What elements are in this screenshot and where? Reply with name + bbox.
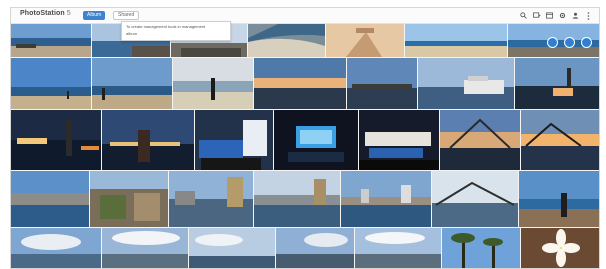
photo-thumbnail[interactable] [11,228,101,268]
user-icon[interactable] [571,11,580,20]
photo-thumbnail[interactable] [359,110,439,170]
photo-thumbnail[interactable] [341,171,431,227]
photo-thumbnail[interactable] [254,58,346,109]
photo-thumbnail[interactable] [102,228,188,268]
photo-thumbnail[interactable] [11,110,101,170]
photo-thumbnail[interactable] [418,58,514,109]
tooltip-line-2: album [126,31,137,36]
photo-row [11,228,599,268]
photo-thumbnail[interactable] [521,228,599,268]
photo-thumbnail[interactable] [189,228,275,268]
app-logo[interactable]: PhotoStation 5 [20,10,71,17]
photo-thumbnail[interactable] [521,110,599,170]
select-toggle[interactable] [581,37,592,48]
settings-icon[interactable] [558,11,567,20]
photo-thumbnail[interactable] [92,58,172,109]
tab-shared[interactable]: Shared [113,11,140,20]
top-bar: PhotoStation 5 Album Shared [11,8,599,24]
photo-station-window: PhotoStation 5 Album Shared To create man… [10,7,600,269]
photo-thumbnail[interactable] [169,171,253,227]
photo-thumbnail[interactable] [11,58,91,109]
photo-thumbnail[interactable] [519,171,599,227]
photo-thumbnail[interactable] [440,110,520,170]
photo-row [11,110,599,170]
photo-thumbnail[interactable] [326,24,404,57]
slideshow-icon[interactable] [532,11,541,20]
photo-thumbnail[interactable] [442,228,520,268]
tab-album[interactable]: Album [83,11,106,20]
photo-thumbnail[interactable] [347,58,417,109]
photo-thumbnail[interactable] [405,24,507,57]
toolbar-icons [519,10,593,21]
photo-thumbnail[interactable] [11,24,91,57]
photo-thumbnail[interactable] [276,228,354,268]
photo-thumbnail[interactable] [173,58,253,109]
photo-thumbnail[interactable] [254,171,340,227]
photo-row [11,58,599,109]
photo-thumbnail[interactable] [102,110,194,170]
upload-icon[interactable] [545,11,554,20]
select-toggle[interactable] [564,37,575,48]
photo-thumbnail[interactable] [274,110,358,170]
photo-thumbnail[interactable] [355,228,441,268]
photo-row [11,171,599,227]
app-name: PhotoStation [20,10,65,17]
photo-thumbnail[interactable] [248,24,325,57]
select-toggle[interactable] [547,37,558,48]
more-icon[interactable] [584,11,593,20]
photo-thumbnail[interactable] [515,58,599,109]
tooltip-line-1: To create management tools in management [126,24,206,29]
search-icon[interactable] [519,11,528,20]
photo-thumbnail[interactable] [11,171,89,227]
photo-thumbnail[interactable] [90,171,168,227]
photo-row [11,24,599,57]
help-tooltip: To create management tools in management… [121,21,231,41]
photo-thumbnail[interactable] [195,110,273,170]
app-version: 5 [66,10,71,17]
selection-controls [547,37,592,48]
photo-thumbnail[interactable] [432,171,518,227]
